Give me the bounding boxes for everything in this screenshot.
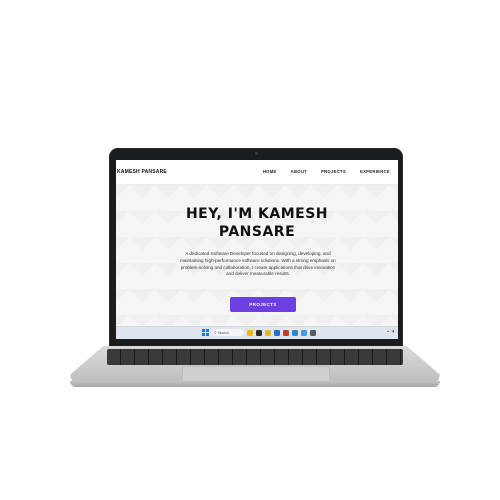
taskbar-app-list [247,329,316,336]
laptop-screen: KAMESH PANSARE HOME ABOUT PROJECTS EXPER… [116,160,398,339]
app-icon[interactable] [274,329,280,336]
search-icon: ⚲ [214,330,217,335]
nav-links: HOME ABOUT PROJECTS EXPERIENCE [263,169,390,174]
hero-description: A dedicated Software Developer focused o… [180,251,336,277]
nav-home[interactable]: HOME [263,169,277,174]
laptop-mockup: KAMESH PANSARE HOME ABOUT PROJECTS EXPER… [0,0,500,500]
laptop-bottom-edge [70,381,440,387]
app-icon[interactable] [247,329,253,336]
hero-section: HEY, I'M KAMESH PANSARE A dedicated Soft… [116,185,398,325]
app-icon[interactable] [310,329,316,336]
keyboard [107,349,403,365]
taskbar-search-label: Search [217,330,229,335]
system-tray[interactable]: ▴ ◔ ▮ [387,329,394,334]
webcam [255,152,258,155]
hero-title: HEY, I'M KAMESH PANSARE [116,205,398,241]
app-icon[interactable] [292,329,298,336]
hero-title-line2: PANSARE [218,224,296,240]
app-icon[interactable] [265,329,271,336]
projects-button[interactable]: PROJECTS [230,297,296,312]
nav-about[interactable]: ABOUT [291,169,307,174]
app-icon[interactable] [301,329,307,336]
taskbar-search[interactable]: ⚲ Search [212,329,244,336]
site-brand[interactable]: KAMESH PANSARE [117,169,167,175]
app-icon[interactable] [256,329,262,336]
nav-projects[interactable]: PROJECTS [321,169,346,174]
windows-taskbar: ⚲ Search ▴ ◔ ▮ [116,326,398,339]
site-navbar: KAMESH PANSARE HOME ABOUT PROJECTS EXPER… [116,160,398,185]
taskbar-apps: ⚲ Search [202,329,316,336]
nav-experience[interactable]: EXPERIENCE [360,169,390,174]
windows-start-icon[interactable] [202,329,209,336]
hero-title-line1: HEY, I'M KAMESH [185,206,329,222]
app-icon[interactable] [283,329,289,336]
